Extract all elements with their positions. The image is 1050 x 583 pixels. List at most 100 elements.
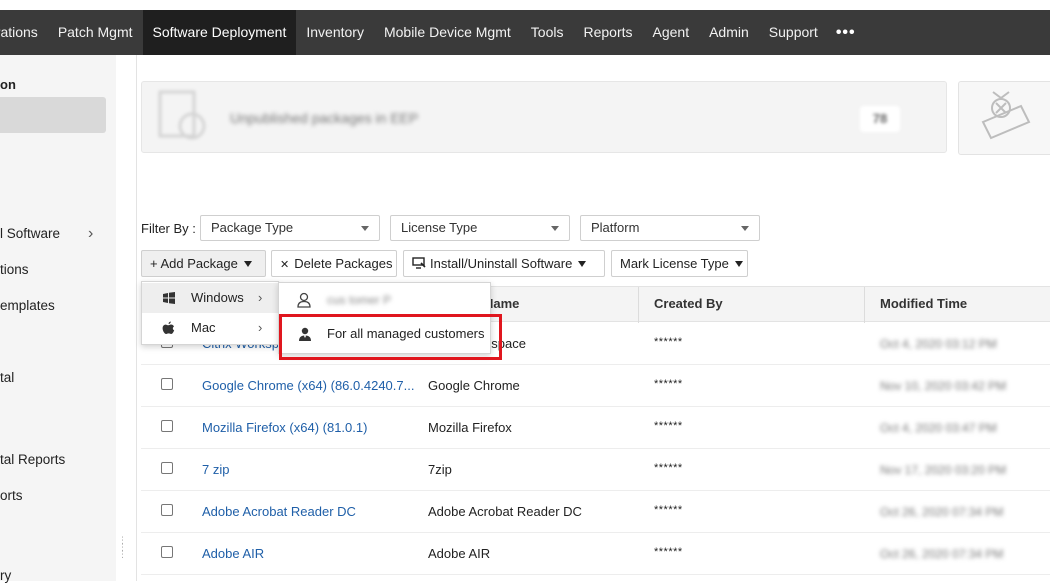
created-by: ******: [654, 546, 683, 558]
mark-license-type-button[interactable]: Mark License Type: [611, 250, 748, 277]
resize-grip-icon[interactable]: ⋮ ⋮ ⋮: [118, 536, 127, 559]
caret-down-icon: [734, 261, 743, 267]
modified-time: Oct 26, 2020 07:34 PM: [880, 547, 1004, 561]
modified-time: Oct 4, 2020 03:12 PM: [880, 337, 997, 351]
nav-reports[interactable]: Reports: [573, 10, 642, 55]
apple-icon: [162, 321, 175, 334]
submenu-customer[interactable]: cus tomer P: [327, 293, 391, 307]
install-uninstall-button[interactable]: Install/Uninstall Software: [403, 250, 605, 277]
row-checkbox[interactable]: [161, 462, 173, 474]
column-created-by[interactable]: Created By: [654, 296, 723, 311]
mac-label: Mac: [191, 320, 216, 335]
menu-item-all-managed-customers[interactable]: For all managed customers: [279, 319, 490, 349]
content-divider: [136, 55, 137, 581]
license-type-select[interactable]: License Type: [390, 215, 570, 241]
row-checkbox[interactable]: [161, 546, 173, 558]
users-icon: [299, 327, 311, 341]
column-modified-time[interactable]: Modified Time: [880, 296, 967, 311]
created-by: ******: [654, 378, 683, 390]
column-separator: [864, 287, 865, 323]
nav-configurations[interactable]: urations: [0, 10, 48, 55]
platform-select[interactable]: Platform: [580, 215, 760, 241]
sidebar-item-portal-reports[interactable]: tal Reports: [0, 452, 65, 467]
modified-time: Nov 10, 2020 03:42 PM: [880, 379, 1007, 393]
created-by: ******: [654, 336, 683, 348]
nav-tools[interactable]: Tools: [521, 10, 574, 55]
nav-support[interactable]: Support: [759, 10, 828, 55]
table-row[interactable]: Adobe Acrobat Reader DC Adobe Acrobat Re…: [141, 491, 1050, 533]
caret-down-icon: [243, 261, 252, 267]
windows-label: Windows: [191, 290, 244, 305]
sidebar-item-configurations[interactable]: tions: [0, 262, 29, 277]
license-type-value: License Type: [401, 220, 478, 235]
row-checkbox[interactable]: [161, 420, 173, 432]
modified-time: Nov 17, 2020 03:20 PM: [880, 463, 1007, 477]
nav-admin[interactable]: Admin: [699, 10, 759, 55]
created-by: ******: [654, 420, 683, 432]
column-separator: [638, 287, 639, 323]
sidebar: on l Software › tions emplates tal tal R…: [0, 55, 116, 583]
add-package-button[interactable]: + Add Package: [141, 250, 266, 277]
nav-software-deployment[interactable]: Software Deployment: [142, 10, 297, 55]
close-icon: ✕: [280, 259, 290, 271]
menu-item-windows[interactable]: Windows ›: [142, 283, 278, 313]
row-checkbox[interactable]: [161, 504, 173, 516]
package-type-select[interactable]: Package Type: [200, 215, 380, 241]
chevron-right-icon: ›: [258, 290, 263, 305]
all-customers-label: For all managed customers: [327, 326, 485, 341]
nav-inventory[interactable]: Inventory: [296, 10, 374, 55]
sidebar-item-portal[interactable]: tal: [0, 370, 14, 385]
delete-packages-label: Delete Packages: [294, 256, 393, 271]
software-name: Adobe AIR: [428, 546, 491, 561]
monitor-install-icon: [412, 257, 426, 269]
software-name: Adobe Acrobat Reader DC: [428, 504, 582, 519]
chevron-down-icon: [741, 226, 749, 231]
mark-license-label: Mark License Type: [620, 256, 729, 271]
platform-value: Platform: [591, 220, 640, 235]
unpublished-packages-banner[interactable]: Unpublished packages in EEP 78: [141, 81, 947, 153]
table-row[interactable]: Adobe AIR Adobe AIR ****** Oct 26, 2020 …: [141, 533, 1050, 575]
software-name: Google Chrome: [428, 378, 520, 393]
package-name-link[interactable]: Adobe Acrobat Reader DC: [202, 504, 356, 519]
software-name: Mozilla Firefox: [428, 420, 512, 435]
add-package-menu: Windows › Mac ›: [141, 281, 279, 345]
filter-by-label: Filter By :: [141, 221, 196, 236]
chevron-right-icon: ›: [258, 320, 263, 335]
delete-packages-button[interactable]: ✕ Delete Packages: [271, 250, 397, 277]
top-navigation: urations Patch Mgmt Software Deployment …: [0, 10, 1050, 55]
table-row[interactable]: Mozilla Firefox (x64) (81.0.1) Mozilla F…: [141, 407, 1050, 449]
modified-time: Oct 26, 2020 07:34 PM: [880, 505, 1004, 519]
package-name-link[interactable]: Adobe AIR: [202, 546, 264, 561]
chevron-right-icon[interactable]: ›: [88, 225, 93, 243]
created-by: ******: [654, 462, 683, 474]
table-row[interactable]: 7 zip 7zip ****** Nov 17, 2020 03:20 PM: [141, 449, 1050, 491]
sidebar-heading: on: [0, 77, 16, 92]
package-icon: [158, 90, 206, 140]
top-strip: [0, 0, 1050, 10]
package-name-link[interactable]: Google Chrome (x64) (86.0.4240.7...: [202, 378, 414, 393]
add-package-label: + Add Package: [150, 256, 238, 271]
caret-down-icon: [578, 261, 587, 267]
user-icon: [297, 292, 311, 308]
software-name: 7zip: [428, 462, 452, 477]
menu-item-mac[interactable]: Mac ›: [142, 313, 278, 343]
row-checkbox[interactable]: [161, 378, 173, 390]
created-by: ******: [654, 504, 683, 516]
no-deploy-icon: [981, 91, 1031, 140]
modified-time: Oct 4, 2020 03:47 PM: [880, 421, 997, 435]
banner-text: Unpublished packages in EEP: [230, 110, 419, 126]
secondary-banner[interactable]: [958, 81, 1050, 155]
table-row[interactable]: Google Chrome (x64) (86.0.4240.7... Goog…: [141, 365, 1050, 407]
sidebar-item-selected[interactable]: [0, 97, 106, 133]
package-name-link[interactable]: 7 zip: [202, 462, 229, 477]
banner-count: 78: [860, 106, 900, 132]
nav-patch-mgmt[interactable]: Patch Mgmt: [48, 10, 143, 55]
sidebar-item-software[interactable]: l Software: [0, 226, 60, 241]
package-type-value: Package Type: [211, 220, 294, 235]
sidebar-item-reports[interactable]: orts: [0, 488, 23, 503]
nav-mobile-device-mgmt[interactable]: Mobile Device Mgmt: [374, 10, 521, 55]
package-name-link[interactable]: Mozilla Firefox (x64) (81.0.1): [202, 420, 367, 435]
nav-agent[interactable]: Agent: [643, 10, 700, 55]
sidebar-item-templates[interactable]: emplates: [0, 298, 55, 313]
more-menu-icon[interactable]: •••: [828, 24, 864, 42]
